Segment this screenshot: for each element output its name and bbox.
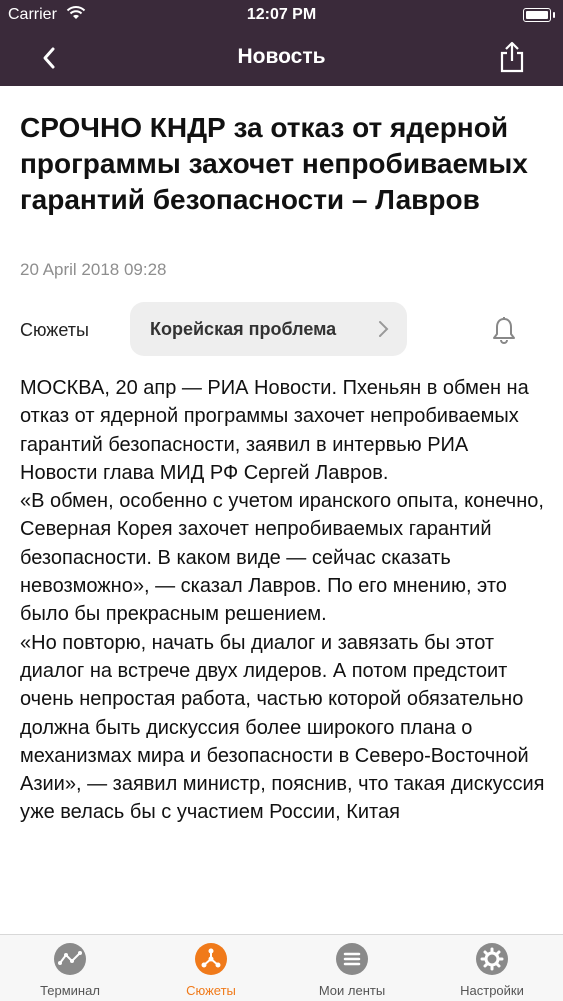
tab-label: Терминал — [40, 983, 100, 998]
battery-icon — [523, 8, 555, 22]
feeds-icon — [336, 943, 368, 975]
story-chip-label: Корейская проблема — [150, 319, 337, 339]
tab-label: Сюжеты — [186, 983, 236, 998]
bell-icon[interactable] — [492, 316, 516, 344]
tab-label: Настройки — [460, 983, 524, 998]
status-bar: Carrier 12:07 PM — [0, 0, 563, 30]
article-paragraph: «Но повторю, начать бы диалог и завязать… — [20, 631, 545, 824]
article-body: МОСКВА, 20 апр — РИА Новости. Пхеньян в … — [20, 374, 550, 827]
article-paragraph: МОСКВА, 20 апр — РИА Новости. Пхеньян в … — [20, 377, 529, 484]
tab-my-feeds[interactable]: Мои ленты — [282, 935, 422, 1001]
chevron-right-icon — [377, 320, 389, 338]
article-date: 20 April 2018 09:28 — [20, 260, 167, 279]
terminal-icon — [54, 943, 86, 975]
nav-bar: Новость — [0, 30, 563, 86]
story-chip[interactable]: Корейская проблема — [130, 302, 407, 356]
tab-terminal[interactable]: Терминал — [0, 935, 140, 1001]
story-row: Сюжеты Корейская проблема — [0, 302, 563, 358]
article-headline: СРОЧНО КНДР за отказ от ядерной программ… — [20, 112, 528, 215]
article-content[interactable]: СРОЧНО КНДР за отказ от ядерной программ… — [0, 86, 563, 934]
tab-bar: Терминал Сюжеты Мои ленты Настройки — [0, 934, 563, 1001]
stories-icon — [195, 943, 227, 975]
story-label: Сюжеты — [20, 320, 89, 340]
tab-stories[interactable]: Сюжеты — [141, 935, 281, 1001]
article-paragraph: «В обмен, особенно с учетом иранского оп… — [20, 490, 544, 626]
gear-icon — [476, 943, 508, 975]
clock: 12:07 PM — [246, 6, 317, 23]
tab-settings[interactable]: Настройки — [422, 935, 562, 1001]
tab-label: Мои ленты — [318, 983, 386, 998]
page-title: Новость — [237, 45, 326, 68]
share-icon[interactable] — [499, 41, 525, 73]
